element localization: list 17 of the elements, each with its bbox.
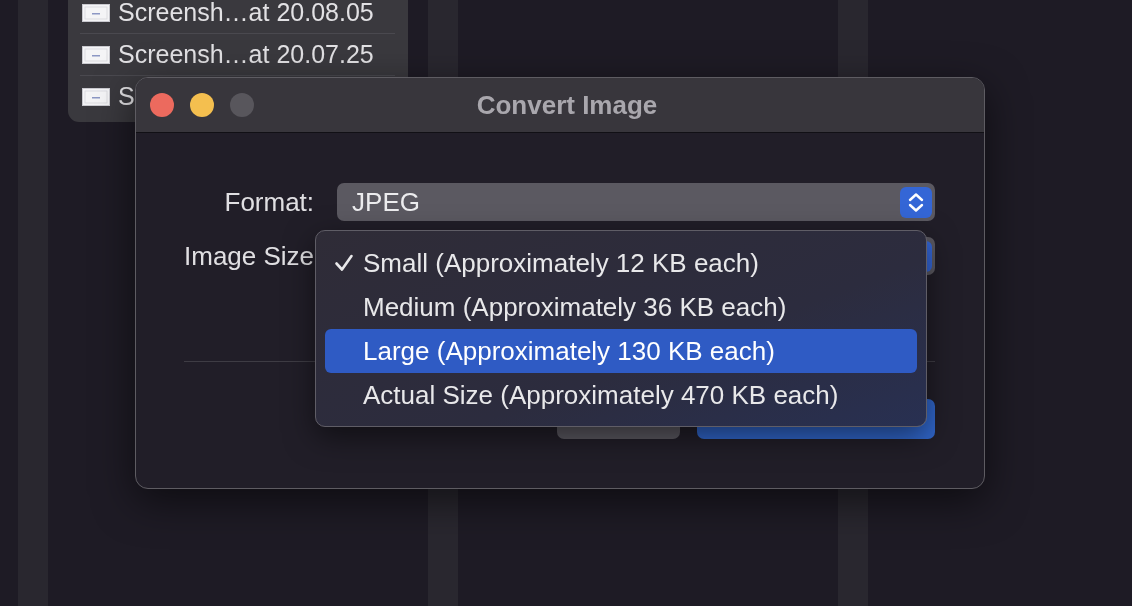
field-label: Format:	[223, 189, 315, 215]
menu-item[interactable]: Large (Approximately 130 KB each)	[325, 329, 917, 373]
file-thumbnail-icon	[82, 45, 110, 64]
file-name: Screensh…at 20.07.25	[118, 42, 374, 67]
stepper-icon	[900, 186, 932, 218]
menu-item[interactable]: Medium (Approximately 36 KB each)	[325, 285, 917, 329]
dropdown-field[interactable]: JPEG	[337, 183, 935, 221]
field-label: Image Size	[184, 243, 315, 269]
file-name: S	[118, 84, 135, 109]
file-thumbnail-icon	[82, 3, 110, 22]
menu-item[interactable]: Small (Approximately 12 KB each)	[325, 241, 917, 285]
window-title: Convert Image	[476, 92, 658, 118]
file-name: Screensh…at 20.08.05	[118, 0, 374, 25]
close-button[interactable]	[150, 93, 174, 117]
file-thumbnail-icon	[82, 87, 110, 106]
menu-item[interactable]: Actual Size (Approximately 470 KB each)	[325, 373, 917, 417]
minimize-button[interactable]	[190, 93, 214, 117]
